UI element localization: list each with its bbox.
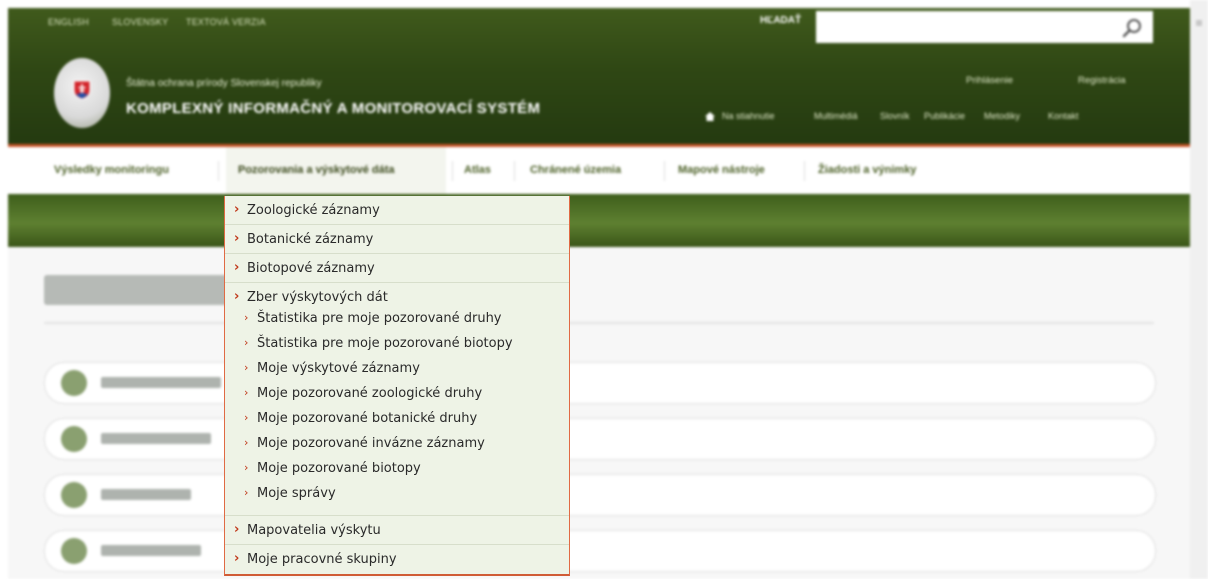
lang-english-link[interactable]: ENGLISH: [48, 17, 89, 27]
list-item-icon: [61, 426, 87, 452]
list-item[interactable]: [44, 474, 1156, 516]
chevron-right-icon: ›: [244, 386, 249, 399]
search-icon[interactable]: [1120, 16, 1144, 40]
login-link[interactable]: Prihlásenie: [966, 75, 1013, 86]
main-navigation: Výsledky monitoringu Pozorovania a výsky…: [8, 144, 1190, 194]
site-header: ENGLISH SLOVENSKY TEXTOVÁ VERZIA HĽADAŤ …: [8, 8, 1190, 144]
menu-item-zoological-records[interactable]: › Zoologické záznamy: [225, 196, 569, 225]
shield-emblem-icon: [73, 80, 91, 100]
top-link-publications[interactable]: Publikácie: [924, 111, 965, 121]
chevron-right-icon: ›: [234, 260, 240, 275]
list-item-icon: [61, 482, 87, 508]
submenu-item-my-messages[interactable]: › Moje správy: [225, 482, 569, 507]
chevron-right-icon: ›: [244, 486, 249, 499]
page: ENGLISH SLOVENSKY TEXTOVÁ VERZIA HĽADAŤ …: [0, 0, 1208, 579]
nav-divider: [218, 161, 219, 181]
nav-item-monitoring-results[interactable]: Výsledky monitoringu: [54, 164, 169, 176]
text-version-link[interactable]: TEXTOVÁ VERZIA: [186, 17, 266, 27]
observations-dropdown-menu: › Zoologické záznamy › Botanické záznamy…: [224, 196, 570, 576]
organization-name: Štátna ochrana prírody Slovenskej republ…: [126, 78, 322, 89]
register-link[interactable]: Registrácia: [1078, 75, 1126, 86]
language-bar: ENGLISH SLOVENSKY TEXTOVÁ VERZIA HĽADAŤ: [8, 8, 1190, 43]
list-item[interactable]: [44, 362, 1156, 404]
chevron-right-icon: ›: [244, 461, 249, 474]
list-item[interactable]: [44, 418, 1156, 460]
background-page: ENGLISH SLOVENSKY TEXTOVÁ VERZIA HĽADAŤ …: [0, 0, 1208, 579]
chevron-right-icon: ›: [244, 336, 249, 349]
list-item-icon: [61, 538, 87, 564]
chevron-right-icon: ›: [234, 202, 240, 217]
nav-item-requests[interactable]: Žiadosti a výnimky: [818, 164, 916, 176]
chevron-right-icon: ›: [244, 436, 249, 449]
top-link-downloads[interactable]: Na stiahnutie: [722, 111, 775, 121]
list-item-label: [101, 433, 211, 444]
menu-item-occurrence-mappers[interactable]: › Mapovatelia výskytu: [225, 516, 569, 545]
chevron-right-icon: ›: [234, 289, 240, 304]
scrollbar[interactable]: [1190, 0, 1208, 579]
list-item-label: [101, 545, 201, 556]
search-label: HĽADAŤ: [760, 15, 802, 26]
list-item-label: [101, 377, 221, 388]
list-item-label: [101, 489, 191, 500]
home-icon[interactable]: [705, 112, 715, 121]
top-link-contact[interactable]: Kontakt: [1048, 111, 1079, 121]
submenu-item-species-statistics[interactable]: › Štatistika pre moje pozorované druhy: [225, 307, 569, 332]
menu-item-botanical-records[interactable]: › Botanické záznamy: [225, 225, 569, 254]
scroll-up-arrow[interactable]: [1196, 20, 1202, 26]
top-link-glossary[interactable]: Slovník: [880, 111, 910, 121]
list-item-icon: [61, 370, 87, 396]
banner-band: [8, 194, 1190, 247]
chevron-right-icon: ›: [234, 231, 240, 246]
nav-item-observations[interactable]: Pozorovania a výskytové dáta: [238, 164, 395, 176]
submenu-item-my-zoological-species[interactable]: › Moje pozorované zoologické druhy: [225, 382, 569, 407]
nav-item-atlas[interactable]: Atlas: [464, 164, 491, 176]
menu-group-occurrence-data: › Zber výskytových dát › Štatistika pre …: [225, 283, 569, 516]
chevron-right-icon: ›: [244, 411, 249, 424]
chevron-right-icon: ›: [234, 551, 240, 566]
search-input[interactable]: [816, 11, 1153, 43]
nav-item-protected-areas[interactable]: Chránené územia: [530, 164, 621, 176]
chevron-right-icon: ›: [234, 522, 240, 537]
top-link-methods[interactable]: Metodiky: [984, 111, 1020, 121]
nav-item-map-tools[interactable]: Mapové nástroje: [678, 164, 765, 176]
submenu-item-my-invasive-records[interactable]: › Moje pozorované invázne záznamy: [225, 432, 569, 457]
top-link-multimedia[interactable]: Multimédiá: [814, 111, 858, 121]
nav-divider: [804, 161, 805, 181]
chevron-right-icon: ›: [244, 311, 249, 324]
nav-divider: [514, 161, 515, 181]
menu-item-biotope-records[interactable]: › Biotopové záznamy: [225, 254, 569, 283]
nav-divider: [452, 161, 453, 181]
nav-divider: [664, 161, 665, 181]
submenu-item-my-biotopes[interactable]: › Moje pozorované biotopy: [225, 457, 569, 482]
submenu-item-my-occurrence-records[interactable]: › Moje výskytové záznamy: [225, 357, 569, 382]
menu-item-my-work-groups[interactable]: › Moje pracovné skupiny: [225, 545, 569, 574]
system-name[interactable]: KOMPLEXNÝ INFORMAČNÝ A MONITOROVACÍ SYST…: [126, 100, 540, 117]
content-divider: [44, 322, 1154, 324]
submenu-item-biotope-statistics[interactable]: › Štatistika pre moje pozorované biotopy: [225, 332, 569, 357]
chevron-right-icon: ›: [244, 361, 249, 374]
list-item[interactable]: [44, 530, 1156, 572]
lang-slovak-link[interactable]: SLOVENSKY: [112, 17, 168, 27]
submenu-item-my-botanical-species[interactable]: › Moje pozorované botanické druhy: [225, 407, 569, 432]
